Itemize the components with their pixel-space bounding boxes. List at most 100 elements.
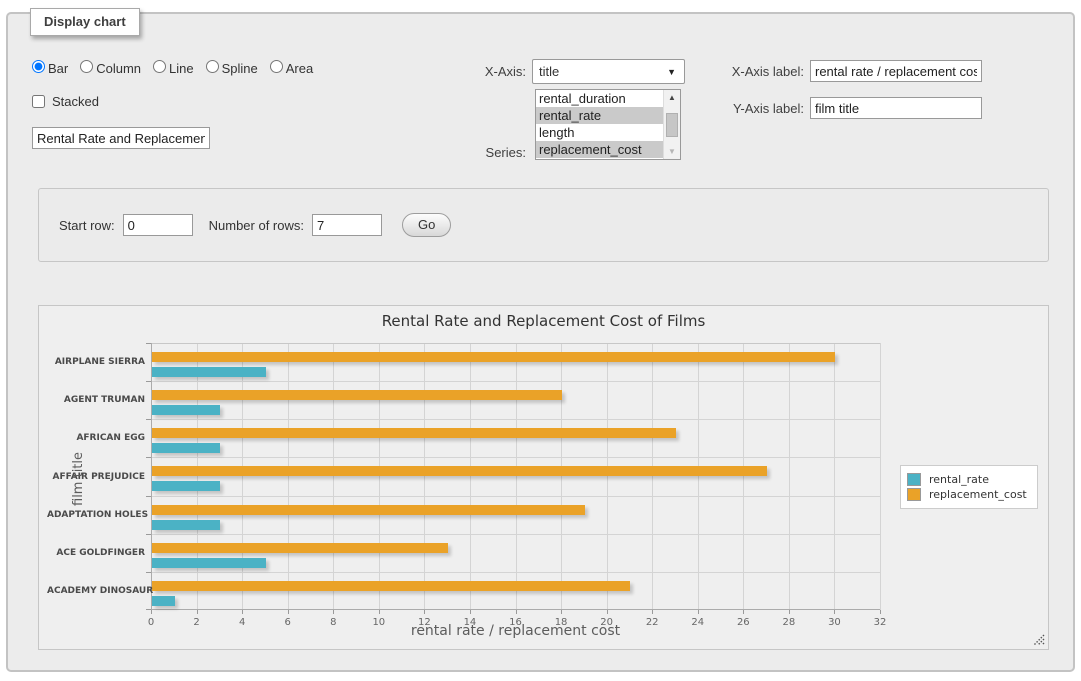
go-button[interactable]: Go <box>402 213 451 237</box>
bar-rental_rate <box>152 596 175 606</box>
bar-replacement_cost <box>152 505 585 515</box>
row-range-panel: Start row: Number of rows: Go <box>38 188 1049 262</box>
chart-legend: rental_rate replacement_cost <box>900 465 1038 509</box>
bar-rental_rate <box>152 405 220 415</box>
x-tick-mark <box>743 610 744 614</box>
scroll-up-icon[interactable]: ▲ <box>664 90 680 105</box>
bar-replacement_cost <box>152 466 767 476</box>
chart-type-radio-column[interactable]: Column <box>80 60 141 76</box>
display-chart-fieldset: Display chart BarColumnLineSplineArea St… <box>6 12 1075 672</box>
legend-swatch <box>907 488 921 501</box>
y-axis-label-input[interactable] <box>810 97 982 119</box>
gridline-vertical <box>561 343 562 610</box>
x-tick-mark <box>242 610 243 614</box>
chart-type-radio-area[interactable]: Area <box>270 60 313 76</box>
x-tick-mark <box>424 610 425 614</box>
gridline-vertical <box>698 343 699 610</box>
category-label: ACE GOLDFINGER <box>47 548 145 558</box>
bar-rental_rate <box>152 558 266 568</box>
x-tick-mark <box>880 610 881 614</box>
x-tick-mark <box>561 610 562 614</box>
legend-item-rental_rate: rental_rate <box>907 473 1027 486</box>
x-axis-label-label: X-Axis label: <box>706 64 804 79</box>
x-axis-selected-value: title <box>539 64 559 79</box>
start-row-input[interactable] <box>123 214 193 236</box>
series-option-replacement_cost[interactable]: replacement_cost <box>536 141 663 158</box>
series-option-length[interactable]: length <box>536 124 663 141</box>
x-tick-mark <box>516 610 517 614</box>
x-tick-mark <box>197 610 198 614</box>
listbox-scrollbar[interactable]: ▲ ▼ <box>663 90 680 159</box>
chart-type-radio-group: Bar Column Line Spline Area <box>32 60 321 76</box>
bar-rental_rate <box>152 367 266 377</box>
series-option-rental_duration[interactable]: rental_duration <box>536 90 663 107</box>
gridline-vertical <box>789 343 790 610</box>
num-rows-input[interactable] <box>312 214 382 236</box>
bar-replacement_cost <box>152 581 630 591</box>
x-tick-mark <box>789 610 790 614</box>
gridline-vertical <box>242 343 243 610</box>
gridline-vertical <box>333 343 334 610</box>
x-tick-mark <box>652 610 653 614</box>
gridline-vertical <box>743 343 744 610</box>
chevron-down-icon: ▼ <box>667 67 676 77</box>
series-option-rental_rate[interactable]: rental_rate <box>536 107 663 124</box>
x-axis-title: rental rate / replacement cost <box>151 623 880 639</box>
bar-replacement_cost <box>152 390 562 400</box>
num-rows-label: Number of rows: <box>209 218 304 233</box>
bar-replacement_cost <box>152 543 448 553</box>
fieldset-legend: Display chart <box>30 8 140 36</box>
radio-area[interactable] <box>270 60 283 73</box>
series-listbox[interactable]: rental_durationrental_ratelengthreplacem… <box>535 89 681 160</box>
scrollbar-thumb[interactable] <box>666 113 678 137</box>
x-axis-select[interactable]: title ▼ <box>532 59 685 84</box>
radio-column[interactable] <box>80 60 93 73</box>
gridline-vertical <box>834 343 835 610</box>
chart-type-radio-line[interactable]: Line <box>153 60 194 76</box>
gridline-vertical <box>379 343 380 610</box>
start-row-label: Start row: <box>59 218 115 233</box>
stacked-row: Stacked <box>32 94 99 109</box>
y-axis-title: film title <box>71 452 86 506</box>
chart-title-input[interactable] <box>32 127 210 149</box>
category-label: ADAPTATION HOLES <box>47 510 145 520</box>
x-tick-mark <box>698 610 699 614</box>
legend-swatch <box>907 473 921 486</box>
gridline-vertical <box>607 343 608 610</box>
x-axis-select-label: X-Axis: <box>428 64 526 79</box>
category-label: AFFAIR PREJUDICE <box>47 472 145 482</box>
x-tick-mark <box>607 610 608 614</box>
scroll-down-icon[interactable]: ▼ <box>664 144 680 159</box>
x-axis-label-input[interactable] <box>810 60 982 82</box>
radio-line[interactable] <box>153 60 166 73</box>
chart-type-radio-bar[interactable]: Bar <box>32 60 68 76</box>
legend-label: rental_rate <box>929 473 989 486</box>
bar-rental_rate <box>152 443 220 453</box>
legend-label: replacement_cost <box>929 488 1027 501</box>
category-label: AIRPLANE SIERRA <box>47 357 145 367</box>
chart-type-radio-spline[interactable]: Spline <box>206 60 258 76</box>
bar-rental_rate <box>152 481 220 491</box>
bar-replacement_cost <box>152 352 835 362</box>
radio-spline[interactable] <box>206 60 219 73</box>
gridline-vertical <box>424 343 425 610</box>
bar-rental_rate <box>152 520 220 530</box>
gridline-vertical <box>197 343 198 610</box>
x-tick-mark <box>333 610 334 614</box>
category-label: AFRICAN EGG <box>47 433 145 443</box>
resize-handle-icon[interactable] <box>1033 634 1045 646</box>
x-tick-mark <box>470 610 471 614</box>
category-label: ACADEMY DINOSAUR <box>47 586 145 596</box>
category-label: AGENT TRUMAN <box>47 395 145 405</box>
x-tick-mark <box>288 610 289 614</box>
x-tick-mark <box>151 610 152 614</box>
stacked-checkbox[interactable] <box>32 95 45 108</box>
chart-plot-area <box>151 343 880 610</box>
radio-bar[interactable] <box>32 60 45 73</box>
gridline-vertical <box>516 343 517 610</box>
gridline-vertical <box>470 343 471 610</box>
gridline-vertical <box>288 343 289 610</box>
series-list-label: Series: <box>428 145 526 160</box>
x-tick-mark <box>379 610 380 614</box>
x-tick-mark <box>834 610 835 614</box>
